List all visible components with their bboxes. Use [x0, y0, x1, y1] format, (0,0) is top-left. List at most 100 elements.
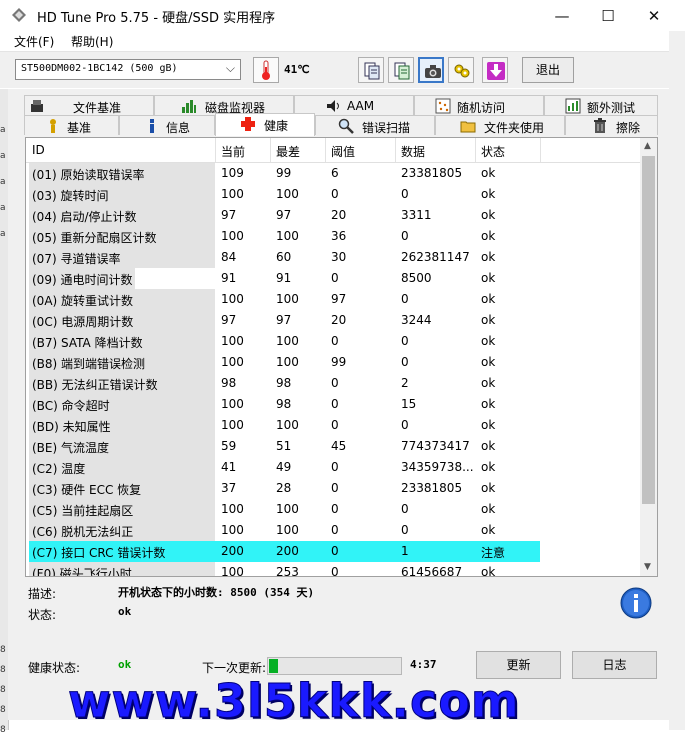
cell-worst: 97 — [276, 313, 292, 327]
menu-file[interactable]: 文件(F) — [14, 33, 54, 50]
edge-mark: a — [0, 203, 6, 213]
watermark-text: www.3l5kkk.com — [68, 674, 520, 729]
cell-threshold: 30 — [331, 250, 347, 264]
scroll-up-icon[interactable]: ▲ — [644, 141, 651, 151]
tab-file-benchmark[interactable]: 文件基准 — [24, 95, 154, 115]
save-button[interactable] — [482, 57, 508, 83]
cell-status: ok — [481, 187, 496, 201]
cell-worst: 49 — [276, 460, 292, 474]
table-row[interactable]: (03) 旋转时间 100 100 0 0 ok — [26, 184, 641, 205]
column-header-data[interactable]: 数据 — [401, 143, 425, 160]
cell-threshold: 0 — [331, 502, 339, 516]
copy-info-button[interactable] — [358, 57, 384, 83]
menu-help[interactable]: 帮助(H) — [71, 33, 113, 50]
cell-id: (09) 通电时间计数 — [32, 273, 133, 287]
table-row[interactable]: (0A) 旋转重试计数 100 100 97 0 ok — [26, 289, 641, 310]
cell-threshold: 36 — [331, 229, 347, 243]
cell-data: 23381805 — [401, 166, 463, 180]
cell-current: 100 — [221, 418, 244, 432]
table-row[interactable]: (B8) 端到端错误检测 100 100 99 0 ok — [26, 352, 641, 373]
screenshot-button[interactable] — [418, 57, 444, 83]
tab-health[interactable]: 健康 — [215, 113, 315, 136]
cell-threshold: 0 — [331, 334, 339, 348]
screenshot-camera-icon — [425, 65, 441, 78]
options-button[interactable] — [448, 57, 474, 83]
tab-disk-monitor[interactable]: 磁盘监视器 — [154, 95, 294, 115]
exit-button[interactable]: 退出 — [522, 57, 574, 83]
copy-info-icon — [364, 62, 380, 80]
cell-current: 200 — [221, 544, 244, 558]
column-header-current[interactable]: 当前 — [221, 143, 245, 160]
cell-data: 0 — [401, 502, 409, 516]
vertical-scrollbar[interactable]: ▲ ▼ — [640, 138, 657, 576]
table-row[interactable]: (BE) 气流温度 59 51 45 774373417 ok — [26, 436, 641, 457]
table-row[interactable]: (07) 寻道错误率 84 60 30 262381147 ok — [26, 247, 641, 268]
cell-id: (05) 重新分配扇区计数 — [32, 231, 157, 245]
drive-select-value: ST500DM002-1BC142 (500 gB) — [21, 63, 178, 74]
table-row[interactable]: (C2) 温度 41 49 0 34359738... ok — [26, 457, 641, 478]
table-row[interactable]: (C6) 脱机无法纠正 100 100 0 0 ok — [26, 520, 641, 541]
table-row[interactable]: (BC) 命令超时 100 98 0 15 ok — [26, 394, 641, 415]
tab-info[interactable]: 信息 — [119, 115, 215, 135]
cell-id: (C6) 脱机无法纠正 — [32, 525, 134, 539]
scrollbar-thumb[interactable] — [642, 156, 655, 504]
table-row[interactable]: (C3) 硬件 ECC 恢复 37 28 0 23381805 ok — [26, 478, 641, 499]
cell-status: 注意 — [481, 546, 506, 560]
tab-aam[interactable]: AAM — [294, 95, 414, 115]
cell-id: (F0) 磁头飞行小时 — [32, 567, 132, 577]
cell-data: 0 — [401, 229, 409, 243]
copy-text-button[interactable] — [388, 57, 414, 83]
table-row[interactable]: (B7) SATA 降档计数 100 100 0 0 ok — [26, 331, 641, 352]
tab-label: 信息 — [166, 121, 191, 135]
maximize-button[interactable]: ☐ — [585, 0, 631, 31]
cell-threshold: 99 — [331, 355, 347, 369]
tab-random-access[interactable]: 随机访问 — [414, 95, 544, 115]
disk-monitor-icon — [182, 100, 196, 113]
cell-id: (C7) 接口 CRC 错误计数 — [32, 546, 166, 560]
error-scan-icon — [338, 118, 354, 134]
cell-current: 100 — [221, 229, 244, 243]
table-row[interactable]: (BB) 无法纠正错误计数 98 98 0 2 ok — [26, 373, 641, 394]
table-row[interactable]: (F0) 磁头飞行小时 100 253 0 61456687 ok — [26, 562, 641, 577]
cell-current: 100 — [221, 355, 244, 369]
cell-id: (0C) 电源周期计数 — [32, 315, 134, 329]
cell-id: (BC) 命令超时 — [32, 399, 110, 413]
table-row[interactable]: (BD) 未知属性 100 100 0 0 ok — [26, 415, 641, 436]
table-row[interactable]: (09) 通电时间计数 91 91 0 8500 ok — [26, 268, 641, 289]
cell-status: ok — [481, 166, 496, 180]
tab-benchmark[interactable]: 基准 — [24, 115, 119, 135]
cell-worst: 100 — [276, 502, 299, 516]
minimize-button[interactable]: — — [539, 0, 585, 31]
chevron-down-icon: ⌵ — [225, 61, 235, 75]
table-row[interactable]: (C7) 接口 CRC 错误计数 200 200 0 1 注意 — [26, 541, 641, 562]
table-row[interactable]: (05) 重新分配扇区计数 100 100 36 0 ok — [26, 226, 641, 247]
cell-worst: 100 — [276, 187, 299, 201]
tab-erase[interactable]: 擦除 — [565, 115, 658, 135]
cell-threshold: 20 — [331, 313, 347, 327]
column-header-id[interactable]: ID — [32, 143, 45, 157]
options-icon — [454, 64, 470, 78]
progress-fill — [269, 659, 278, 673]
scroll-down-icon[interactable]: ▼ — [644, 562, 651, 572]
column-header-threshold[interactable]: 阈值 — [331, 143, 355, 160]
close-button[interactable]: ✕ — [631, 0, 677, 31]
tab-folder-usage[interactable]: 文件夹使用 — [435, 115, 565, 135]
tab-label: 健康 — [264, 119, 289, 133]
tab-error-scan[interactable]: 错误扫描 — [315, 115, 435, 135]
tab-label: 额外测试 — [587, 101, 636, 115]
log-button[interactable]: 日志 — [572, 651, 657, 679]
tab-label: 基准 — [67, 121, 92, 135]
cell-worst: 100 — [276, 355, 299, 369]
cell-data: 1 — [401, 544, 409, 558]
cell-current: 84 — [221, 250, 237, 264]
table-row[interactable]: (01) 原始读取错误率 109 99 6 23381805 ok — [26, 163, 641, 184]
edge-mark: 8 — [0, 705, 6, 715]
column-header-status[interactable]: 状态 — [481, 143, 505, 160]
table-row[interactable]: (04) 启动/停止计数 97 97 20 3311 ok — [26, 205, 641, 226]
column-header-worst[interactable]: 最差 — [276, 143, 300, 160]
tab-extra-tests[interactable]: 额外测试 — [544, 95, 658, 115]
cell-id: (BB) 无法纠正错误计数 — [32, 378, 158, 392]
table-row[interactable]: (0C) 电源周期计数 97 97 20 3244 ok — [26, 310, 641, 331]
drive-select[interactable]: ST500DM002-1BC142 (500 gB) ⌵ — [15, 59, 241, 80]
table-row[interactable]: (C5) 当前挂起扇区 100 100 0 0 ok — [26, 499, 641, 520]
